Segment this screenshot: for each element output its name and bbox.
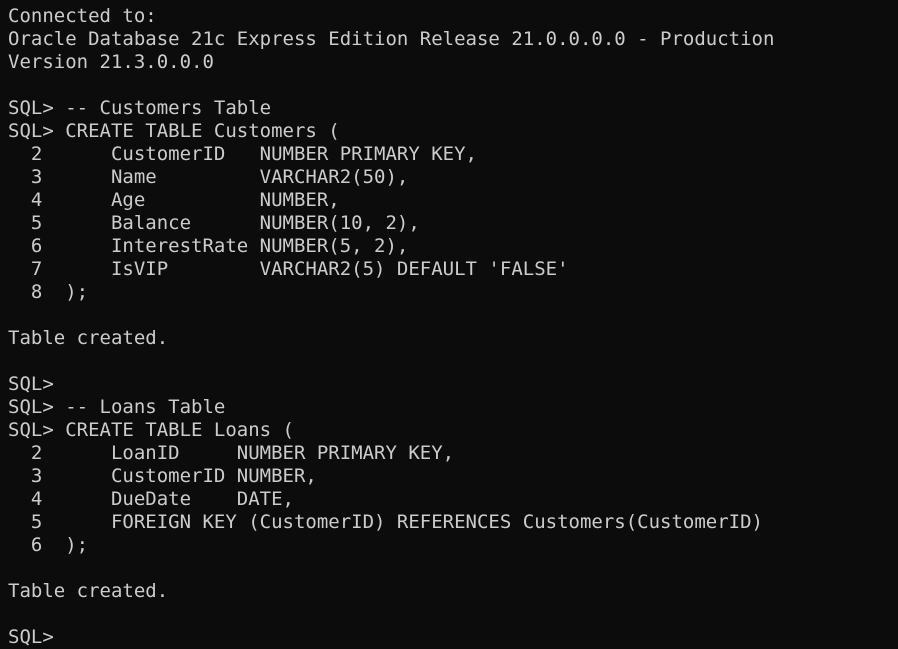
customers-column-name: 3 Name VARCHAR2(50), xyxy=(8,166,409,188)
sql-prompt: SQL> xyxy=(8,373,54,395)
version-line: Version 21.3.0.0.0 xyxy=(8,51,214,73)
customers-column-interestrate: 6 InterestRate NUMBER(5, 2), xyxy=(8,235,409,257)
loans-column-duedate: 4 DueDate DATE, xyxy=(8,488,294,510)
terminal-window[interactable]: Connected to: Oracle Database 21c Expres… xyxy=(0,0,898,649)
loans-column-customerid: 3 CustomerID NUMBER, xyxy=(8,465,317,487)
loans-column-loanid: 2 LoanID NUMBER PRIMARY KEY, xyxy=(8,442,455,464)
customers-close: 8 ); xyxy=(8,281,89,303)
sql-create-customers: SQL> CREATE TABLE Customers ( xyxy=(8,120,340,142)
customers-result: Table created. xyxy=(8,327,169,349)
customers-column-isvip: 7 IsVIP VARCHAR2(5) DEFAULT 'FALSE' xyxy=(8,258,569,280)
loans-result: Table created. xyxy=(8,580,169,602)
sql-comment-loans: SQL> -- Loans Table xyxy=(8,396,226,418)
loans-foreign-key: 5 FOREIGN KEY (CustomerID) REFERENCES Cu… xyxy=(8,511,763,533)
sql-comment-customers: SQL> -- Customers Table xyxy=(8,97,272,119)
connection-line: Connected to: xyxy=(8,5,157,27)
customers-column-customerid: 2 CustomerID NUMBER PRIMARY KEY, xyxy=(8,143,477,165)
sql-prompt-current[interactable]: SQL> xyxy=(8,626,898,649)
loans-close: 6 ); xyxy=(8,534,89,556)
database-version-line: Oracle Database 21c Express Edition Rele… xyxy=(8,28,775,50)
customers-column-balance: 5 Balance NUMBER(10, 2), xyxy=(8,212,420,234)
sql-create-loans: SQL> CREATE TABLE Loans ( xyxy=(8,419,294,441)
customers-column-age: 4 Age NUMBER, xyxy=(8,189,340,211)
